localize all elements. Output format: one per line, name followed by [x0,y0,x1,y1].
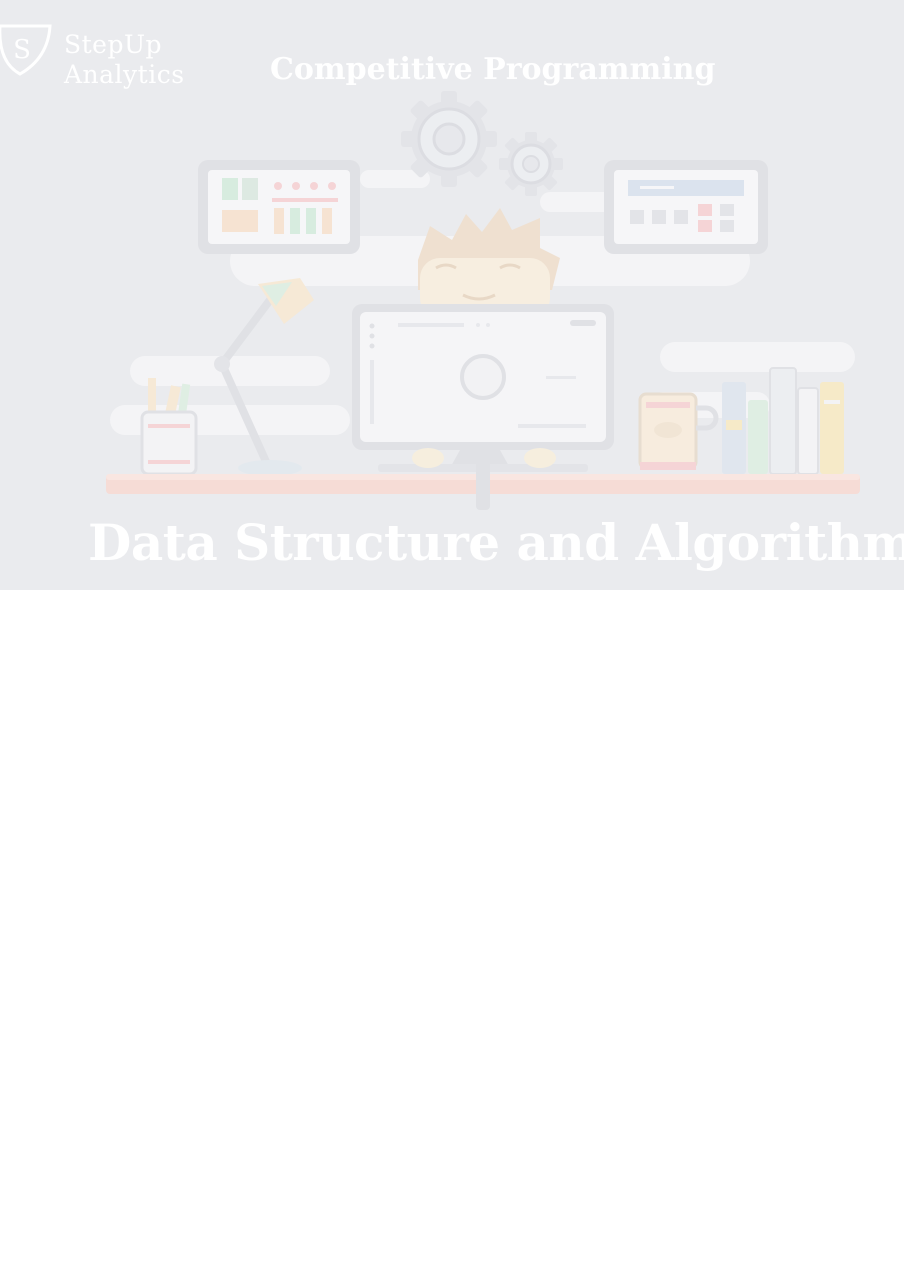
pencil-cup-icon [140,378,198,476]
brand-logo: S StepUp Analytics [0,16,200,89]
shield-logo-icon: S [0,24,52,76]
character-icon [418,208,560,318]
cover-banner: S StepUp Analytics Competitive Programmi… [0,0,904,590]
banner-subtitle: Competitive Programming [270,52,716,87]
banner-title: Data Structure and Algorithms [88,513,904,572]
gear-icon [499,132,563,196]
blank-page-area [0,590,904,1280]
gear-icon [401,91,497,187]
desk [106,458,860,510]
dashboard-frame-icon [604,160,768,254]
logo-mark-letter: S [13,35,31,65]
dashboard-frame-icon [198,160,360,254]
brand-name: StepUp Analytics [64,30,185,90]
brand-name-line2: Analytics [64,60,185,89]
brand-name-line1: StepUp [64,30,163,59]
monitor-icon [352,304,614,472]
books-icon [722,367,844,475]
